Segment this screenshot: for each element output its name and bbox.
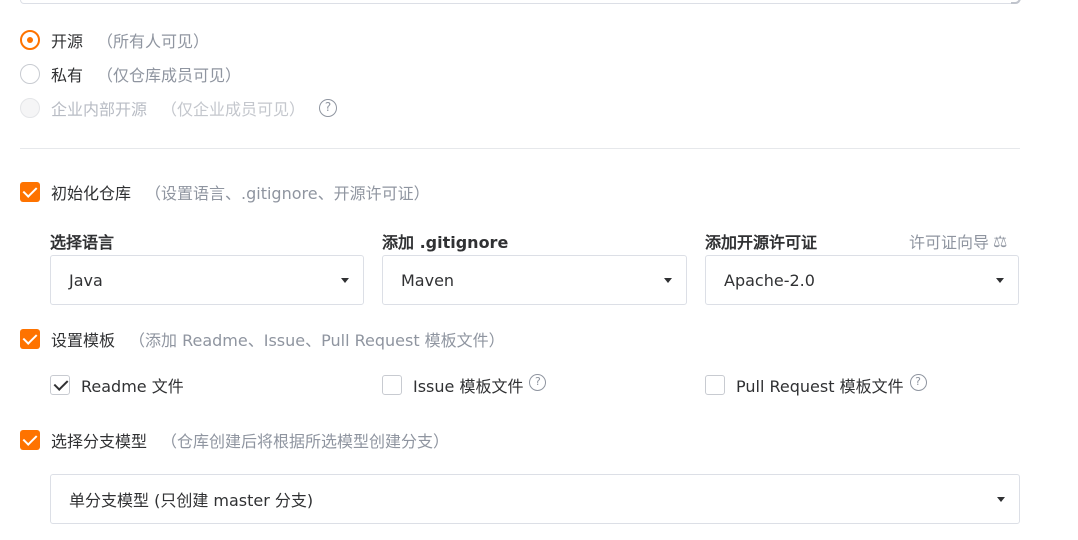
visibility-enterprise-label: 企业内部开源 [51, 100, 148, 119]
radio-private[interactable] [20, 64, 40, 84]
gitignore-field-label: 添加 .gitignore [382, 233, 509, 252]
chevron-down-icon [997, 497, 1005, 502]
branch-model-select[interactable]: 单分支模型 (只创建 master 分支) [50, 474, 1020, 524]
chevron-down-icon [996, 278, 1004, 283]
init-repo-hint: （设置语言、.gitignore、开源许可证） [145, 184, 430, 203]
license-select-value: Apache-2.0 [724, 270, 815, 290]
branch-model-label: 选择分支模型 [51, 432, 148, 451]
gitignore-select-value: Maven [401, 270, 455, 290]
language-select-value: Java [69, 270, 103, 290]
init-repo-checkbox[interactable] [20, 182, 40, 202]
visibility-option-enterprise: 企业内部开源 （仅企业成员可见） ? [20, 97, 338, 119]
readme-label: Readme 文件 [81, 377, 184, 396]
pr-template-checkbox[interactable] [705, 375, 725, 395]
license-guide-label: 许可证向导 [909, 233, 990, 252]
license-field-label: 添加开源许可证 [705, 233, 818, 252]
pr-template-label: Pull Request 模板文件 [736, 377, 904, 396]
readme-checkbox[interactable] [50, 375, 70, 395]
gitignore-select[interactable]: Maven [382, 255, 687, 305]
license-select[interactable]: Apache-2.0 [705, 255, 1019, 305]
visibility-option-public[interactable]: 开源 （所有人可见） [20, 29, 209, 51]
radio-enterprise [20, 98, 40, 118]
language-field-label: 选择语言 [50, 233, 115, 252]
templates-label: 设置模板 [51, 331, 116, 350]
license-guide-link[interactable]: 许可证向导 ⚖ [909, 229, 1007, 253]
init-repo-option[interactable]: 初始化仓库 （设置语言、.gitignore、开源许可证） [20, 181, 430, 203]
templates-checkbox[interactable] [20, 329, 40, 349]
template-pr-option[interactable]: Pull Request 模板文件 ? [705, 373, 927, 396]
branch-model-option[interactable]: 选择分支模型 （仓库创建后将根据所选模型创建分支） [20, 429, 449, 451]
branch-model-select-value: 单分支模型 (只创建 master 分支) [69, 491, 314, 510]
init-repo-label: 初始化仓库 [51, 184, 132, 203]
language-select[interactable]: Java [50, 255, 364, 305]
visibility-private-label: 私有 [51, 66, 84, 85]
issue-template-checkbox[interactable] [382, 375, 402, 395]
visibility-public-hint: （所有人可见） [97, 32, 210, 51]
help-icon[interactable]: ? [909, 373, 927, 391]
branch-model-hint: （仓库创建后将根据所选模型创建分支） [161, 432, 450, 451]
scale-icon: ⚖ [993, 231, 1008, 251]
section-divider [20, 148, 1020, 149]
help-icon[interactable]: ? [529, 373, 547, 391]
template-issue-option[interactable]: Issue 模板文件 ? [382, 373, 547, 396]
resize-handle [1011, 0, 1021, 4]
radio-public[interactable] [20, 30, 40, 50]
branch-model-checkbox[interactable] [20, 430, 40, 450]
visibility-public-label: 开源 [51, 32, 84, 51]
template-readme-option[interactable]: Readme 文件 [50, 374, 184, 396]
previous-input-field-edge [20, 0, 1021, 4]
chevron-down-icon [664, 278, 672, 283]
visibility-private-hint: （仅仓库成员可见） [97, 66, 242, 85]
visibility-enterprise-hint: （仅企业成员可见） [161, 100, 306, 119]
chevron-down-icon [341, 278, 349, 283]
help-icon[interactable]: ? [319, 99, 338, 117]
issue-template-label: Issue 模板文件 [413, 377, 524, 396]
visibility-option-private[interactable]: 私有 （仅仓库成员可见） [20, 63, 241, 85]
templates-hint: （添加 Readme、Issue、Pull Request 模板文件） [129, 331, 505, 350]
templates-option[interactable]: 设置模板 （添加 Readme、Issue、Pull Request 模板文件） [20, 328, 505, 350]
